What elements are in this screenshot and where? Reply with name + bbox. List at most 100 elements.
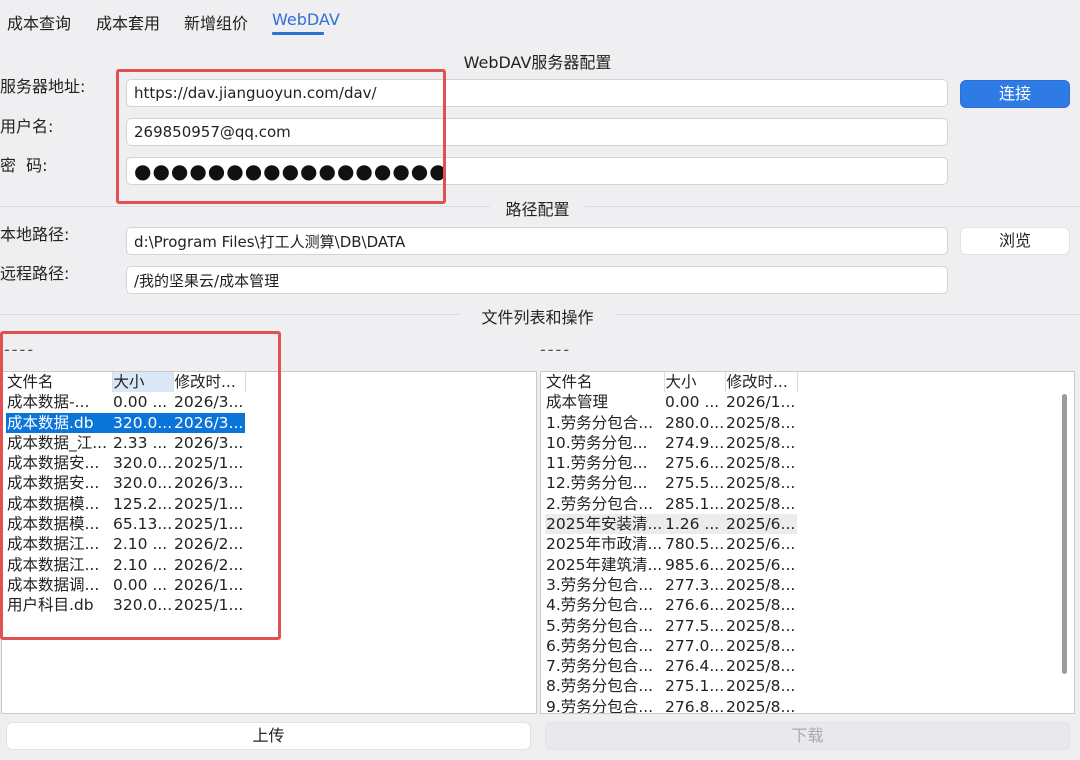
file-row[interactable]: 2025年市政清... 780.5... 2025/6... — [545, 534, 797, 554]
file-modified-cell: 2025/8... — [726, 454, 796, 473]
file-size-cell: 275.6... — [665, 454, 725, 473]
file-modified-cell: 2025/8... — [726, 413, 796, 432]
file-modified-cell: 2025/6... — [726, 535, 796, 554]
file-name-cell: 成本数据模... — [7, 515, 100, 534]
file-name-cell: 11.劳务分包... — [546, 454, 648, 473]
column-header-filename[interactable]: 文件名 — [6, 372, 113, 393]
browse-button[interactable]: 浏览 — [960, 227, 1070, 255]
file-row[interactable]: 成本数据模... 65.13... 2025/1... — [6, 514, 245, 534]
file-row[interactable]: 用户科目.db 320.0... 2025/1... — [6, 595, 245, 615]
file-modified-cell: 2026/3... — [174, 433, 244, 452]
column-header-size[interactable]: 大小 — [112, 372, 174, 393]
file-size-cell: 285.1... — [665, 494, 725, 513]
file-row[interactable]: 2025年安装清... 1.26 ... 2025/6... — [545, 514, 797, 535]
server-address-input[interactable] — [126, 79, 948, 107]
file-row[interactable]: 4.劳务分包合... 276.6... 2025/8... — [545, 595, 797, 615]
remote-path-input[interactable] — [126, 266, 948, 294]
file-name-cell: 3.劳务分包合... — [546, 575, 654, 594]
file-row[interactable]: 5.劳务分包合... 277.5... 2025/8... — [545, 616, 797, 636]
file-modified-cell: 2025/8... — [726, 575, 796, 594]
file-row[interactable]: 8.劳务分包合... 275.1... 2025/8... — [545, 676, 797, 696]
column-header-size[interactable]: 大小 — [664, 372, 726, 393]
column-header-modified[interactable]: 修改时... — [173, 372, 246, 393]
file-size-cell: 1.26 ... — [664, 514, 725, 535]
local-file-list[interactable]: 文件名 大小 修改时... 成本数据-... 0.00 ... 2026/3... 成… — [1, 371, 537, 714]
local-path-label: 本地路径: — [0, 225, 70, 244]
file-row[interactable]: 12.劳务分包... 275.5... 2025/8... — [545, 473, 797, 493]
file-name-cell: 成本数据-... — [7, 393, 90, 412]
password-input[interactable]: ●●●●●●●●●●●●●●●●● — [126, 157, 948, 185]
file-row[interactable]: 1.劳务分包合... 280.0... 2025/8... — [545, 413, 797, 433]
file-modified-cell: 2025/6... — [726, 555, 796, 574]
file-size-cell: 2.10 ... — [113, 555, 168, 574]
file-size-cell: 0.00 ... — [113, 393, 168, 412]
file-name-cell: 用户科目.db — [7, 596, 94, 615]
file-row[interactable]: 7.劳务分包合... 276.4... 2025/8... — [545, 656, 797, 676]
file-row[interactable]: 成本数据模... 125.2... 2025/1... — [6, 494, 245, 514]
file-size-cell: 125.2... — [113, 494, 173, 513]
server-address-label: 服务器地址: — [0, 77, 86, 96]
username-label: 用户名: — [0, 117, 54, 136]
username-input[interactable] — [126, 118, 948, 146]
file-name-cell: 5.劳务分包合... — [546, 616, 654, 635]
connect-button[interactable]: 连接 — [960, 80, 1070, 108]
column-header-modified[interactable]: 修改时... — [725, 372, 798, 393]
file-name-cell: 成本数据_江... — [7, 433, 108, 452]
file-modified-cell: 2026/1... — [174, 575, 244, 594]
column-header-filename[interactable]: 文件名 — [545, 372, 665, 393]
file-modified-cell: 2025/8... — [726, 697, 796, 714]
file-modified-cell: 2025/1... — [174, 494, 244, 513]
file-name-cell: 成本数据安... — [7, 454, 100, 473]
file-row[interactable]: 成本数据_江... 2.33 ... 2026/3... — [6, 433, 245, 453]
file-modified-cell: 2026/1... — [726, 393, 796, 412]
file-row[interactable]: 3.劳务分包合... 277.3... 2025/8... — [545, 575, 797, 595]
file-size-cell: 320.0... — [112, 412, 173, 433]
file-row[interactable]: 6.劳务分包合... 277.0... 2025/8... — [545, 636, 797, 656]
file-modified-cell: 2025/8... — [726, 474, 796, 493]
file-row[interactable]: 10.劳务分包... 274.9... 2025/8... — [545, 433, 797, 453]
file-row[interactable]: 2025年建筑清... 985.6... 2025/6... — [545, 555, 797, 575]
file-modified-cell: 2025/8... — [726, 636, 796, 655]
file-name-cell: 9.劳务分包合... — [546, 697, 654, 714]
file-modified-cell: 2026/2... — [174, 555, 244, 574]
file-size-cell: 320.0... — [113, 474, 173, 493]
file-name-cell: 6.劳务分包合... — [546, 636, 654, 655]
file-name-cell: 10.劳务分包... — [546, 433, 648, 452]
file-size-cell: 276.4... — [665, 657, 725, 676]
file-name-cell: 7.劳务分包合... — [546, 657, 654, 676]
file-size-cell: 274.9... — [665, 433, 725, 452]
file-row[interactable]: 成本数据安... 320.0... 2025/1... — [6, 453, 245, 473]
file-row[interactable]: 9.劳务分包合... 276.8... 2025/8... — [545, 697, 797, 714]
file-size-cell: 276.8... — [665, 697, 725, 714]
file-row[interactable]: 成本数据-... 0.00 ... 2026/3... — [6, 392, 245, 412]
file-size-cell: 2.10 ... — [113, 535, 168, 554]
file-row[interactable]: 成本数据调... 0.00 ... 2026/1... — [6, 575, 245, 595]
file-modified-cell: 2025/8... — [726, 433, 796, 452]
file-name-cell: 2.劳务分包合... — [546, 494, 654, 513]
file-row[interactable]: 11.劳务分包... 275.6... 2025/8... — [545, 453, 797, 473]
file-row[interactable]: 2.劳务分包合... 285.1... 2025/8... — [545, 494, 797, 514]
remote-file-list[interactable]: 文件名 大小 修改时... 成本管理 0.00 ... 2026/1... 1.劳务分… — [540, 371, 1075, 714]
remote-list-scrollbar[interactable] — [1062, 394, 1067, 674]
file-name-cell: 成本数据.db — [6, 412, 112, 433]
file-modified-cell: 2025/1... — [174, 596, 244, 615]
file-name-cell: 1.劳务分包合... — [546, 413, 654, 432]
tab-new-pricing[interactable]: 新增组价 — [184, 10, 248, 34]
tab-cost-apply[interactable]: 成本套用 — [96, 10, 160, 34]
local-path-input[interactable] — [126, 227, 948, 255]
upload-button[interactable]: 上传 — [6, 722, 531, 750]
file-modified-cell: 2026/2... — [174, 535, 244, 554]
file-row[interactable]: 成本数据江... 2.10 ... 2026/2... — [6, 534, 245, 554]
file-modified-cell: 2025/1... — [174, 515, 244, 534]
tab-webdav[interactable]: WebDAV — [272, 10, 340, 29]
file-row[interactable]: 成本数据江... 2.10 ... 2026/2... — [6, 555, 245, 575]
tab-cost-query[interactable]: 成本查询 — [7, 10, 71, 34]
server-section-title: WebDAV服务器配置 — [463, 53, 612, 72]
file-row[interactable]: 成本数据安... 320.0... 2026/3... — [6, 473, 245, 493]
file-row[interactable]: 成本管理 0.00 ... 2026/1... — [545, 392, 797, 412]
file-name-cell: 12.劳务分包... — [546, 474, 648, 493]
file-name-cell: 成本数据江... — [7, 535, 100, 554]
file-row[interactable]: 成本数据.db 320.0... 2026/3... — [6, 412, 245, 433]
file-name-cell: 4.劳务分包合... — [546, 596, 654, 615]
file-size-cell: 0.00 ... — [113, 575, 168, 594]
